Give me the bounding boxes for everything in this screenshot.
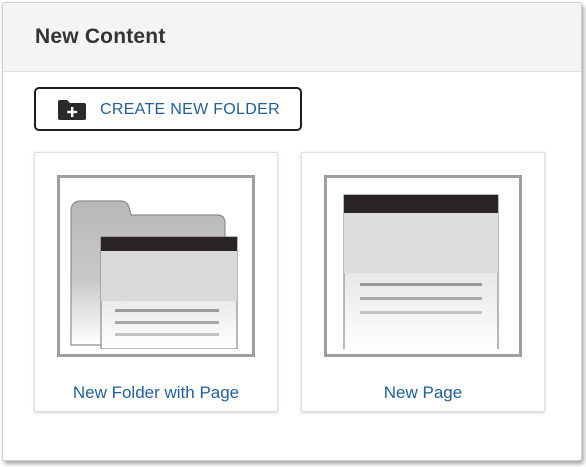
page-icon — [324, 175, 522, 357]
folder-with-page-icon — [57, 175, 255, 357]
folder-plus-icon — [58, 100, 86, 120]
new-page-card[interactable]: New Page — [301, 152, 545, 412]
new-folder-with-page-label: New Folder with Page — [72, 383, 240, 402]
panel-header: New Content — [3, 3, 581, 72]
create-new-folder-label: CREATE NEW FOLDER — [100, 101, 280, 118]
page-title: New Content — [35, 25, 166, 48]
new-folder-with-page-card[interactable]: New Folder with Page — [34, 152, 278, 412]
create-new-folder-button[interactable]: CREATE NEW FOLDER — [34, 87, 302, 131]
new-page-label: New Page — [383, 383, 463, 402]
new-content-panel: New Content CREATE NEW FOLDER New Folder… — [2, 2, 582, 461]
